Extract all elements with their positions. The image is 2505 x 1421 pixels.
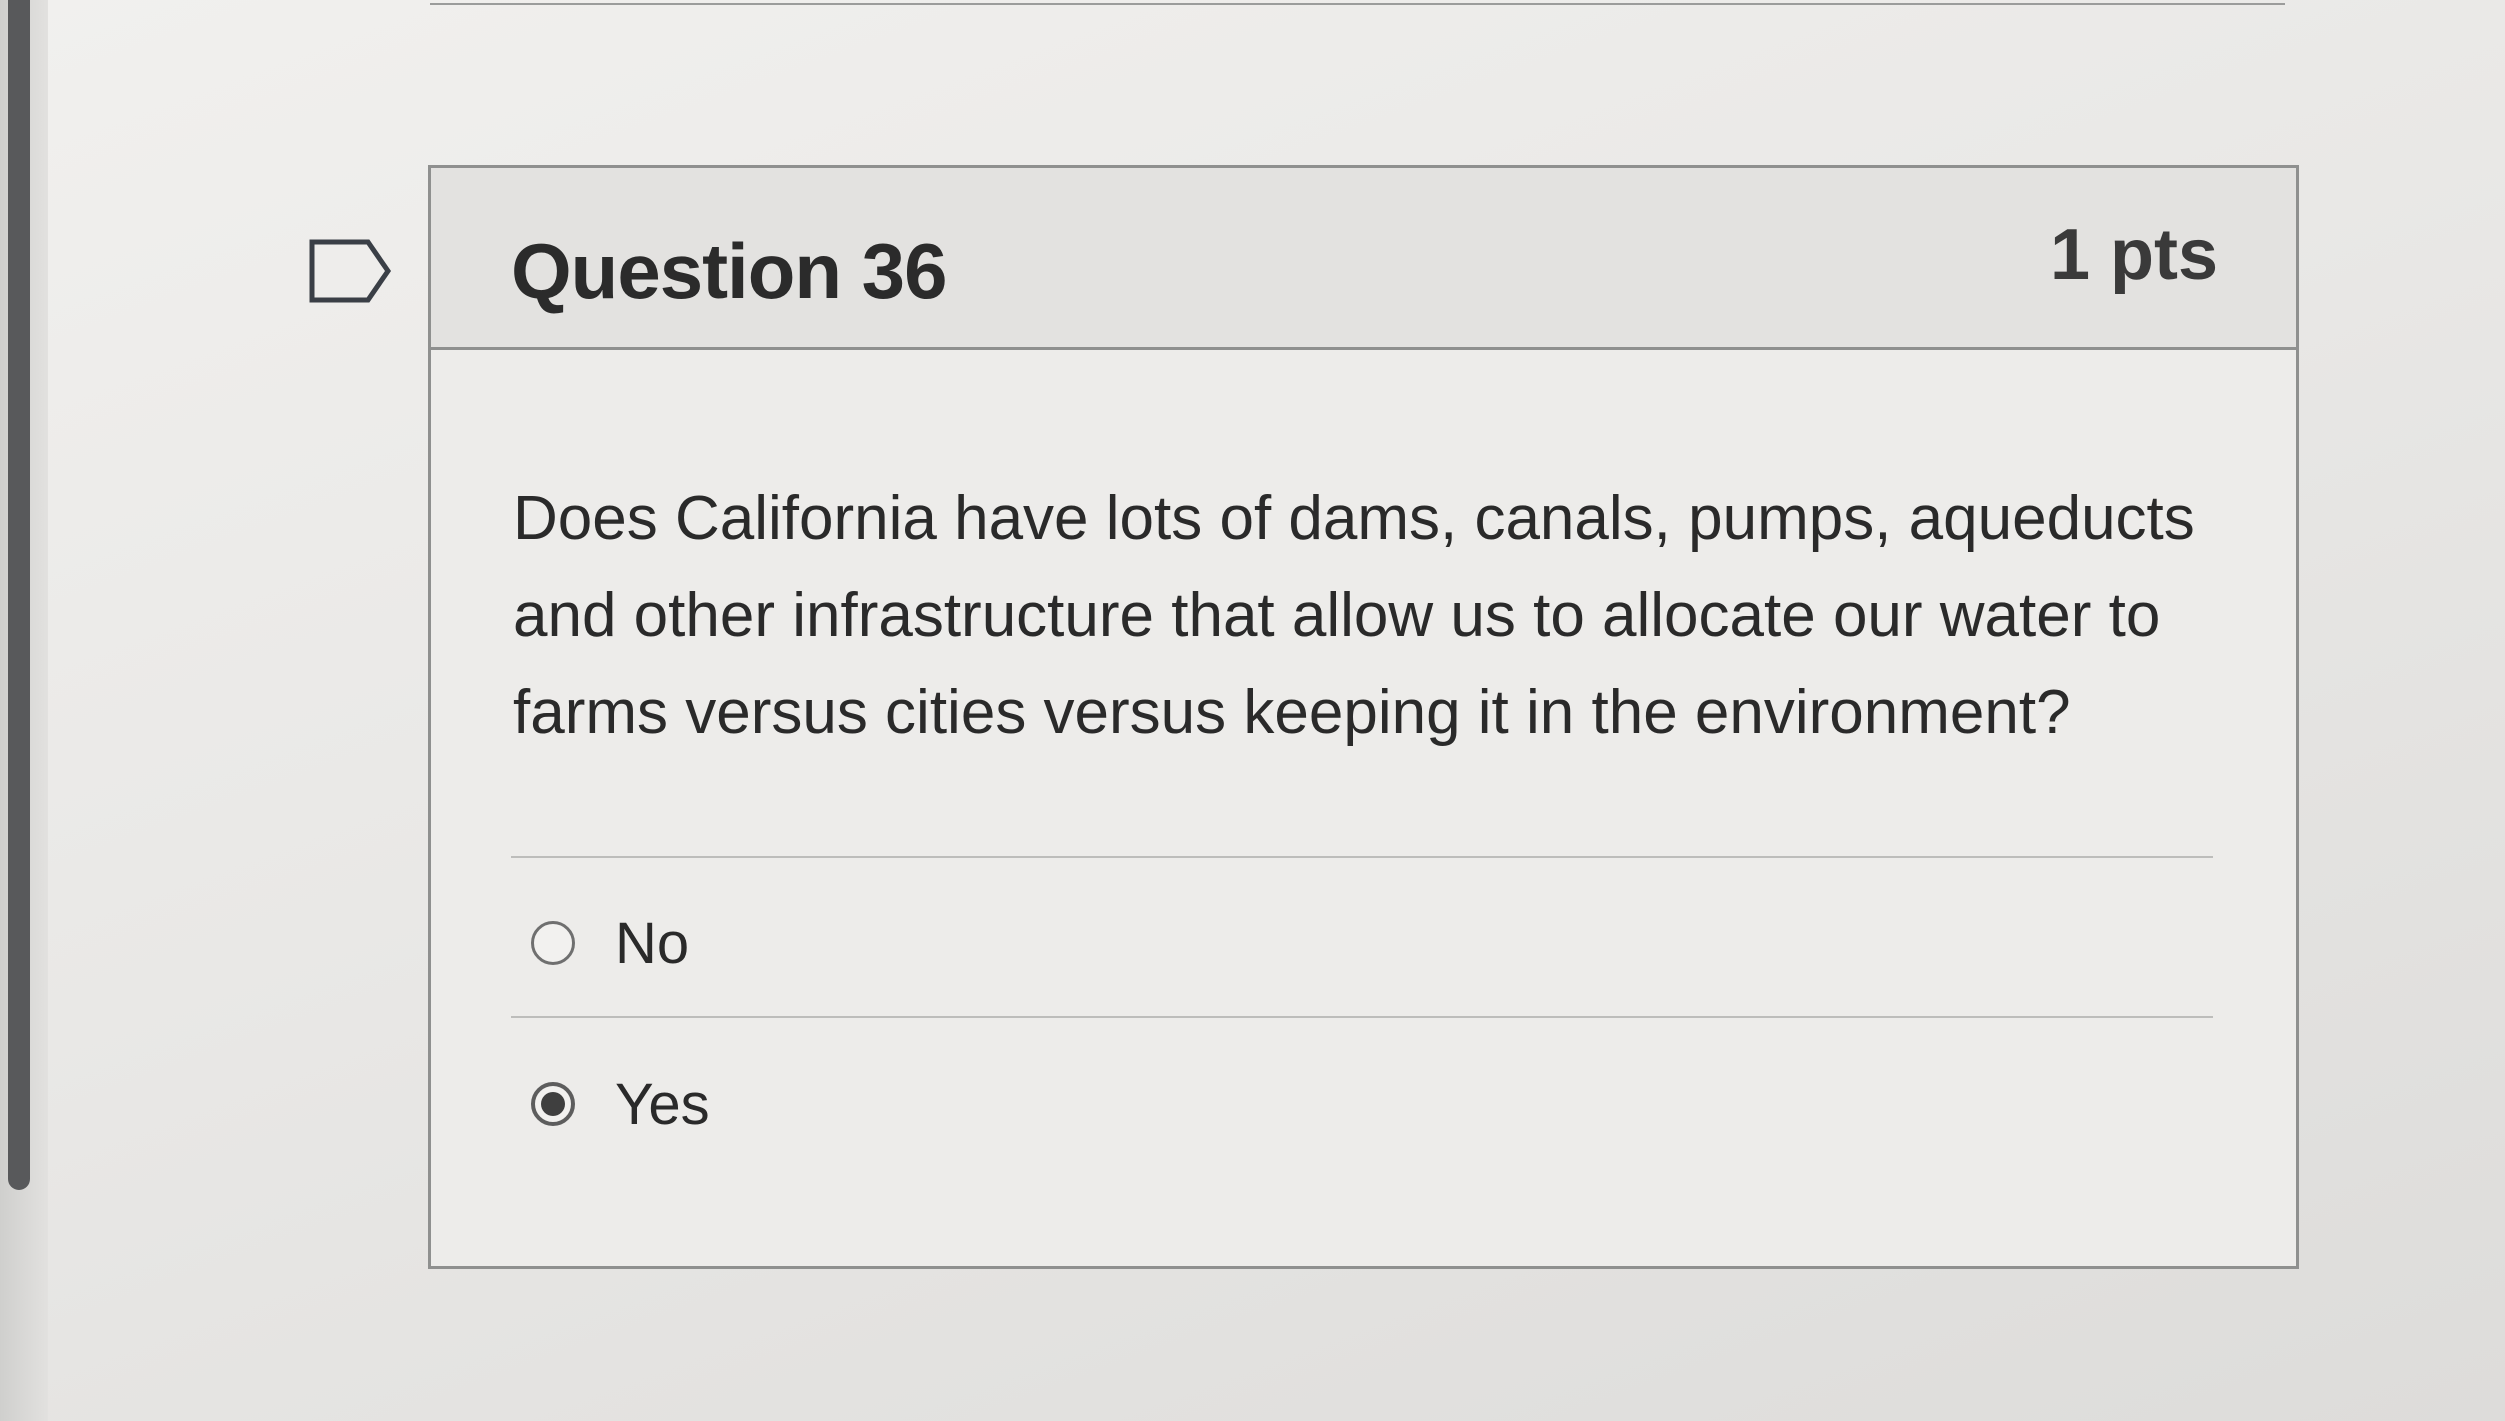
radio-unselected-icon[interactable]	[531, 921, 575, 965]
question-text: Does California have lots of dams, canal…	[513, 484, 2195, 747]
answer-divider	[511, 856, 2213, 858]
scrollbar[interactable]	[8, 0, 30, 1190]
question-header: Question 36 1 pts	[431, 168, 2296, 350]
answer-option-yes[interactable]: Yes	[531, 1064, 710, 1144]
previous-question-bottom-edge	[430, 0, 2285, 5]
answer-option-no[interactable]: No	[531, 903, 689, 983]
answer-label[interactable]: Yes	[615, 1071, 710, 1138]
question-card: Question 36 1 pts Does California have l…	[428, 165, 2299, 1269]
question-title: Question 36	[511, 227, 947, 315]
answer-label[interactable]: No	[615, 910, 689, 977]
flag-question-icon[interactable]	[308, 238, 392, 304]
answer-divider	[511, 1016, 2213, 1018]
question-points: 1 pts	[2049, 215, 2218, 295]
radio-selected-icon[interactable]	[531, 1082, 575, 1126]
